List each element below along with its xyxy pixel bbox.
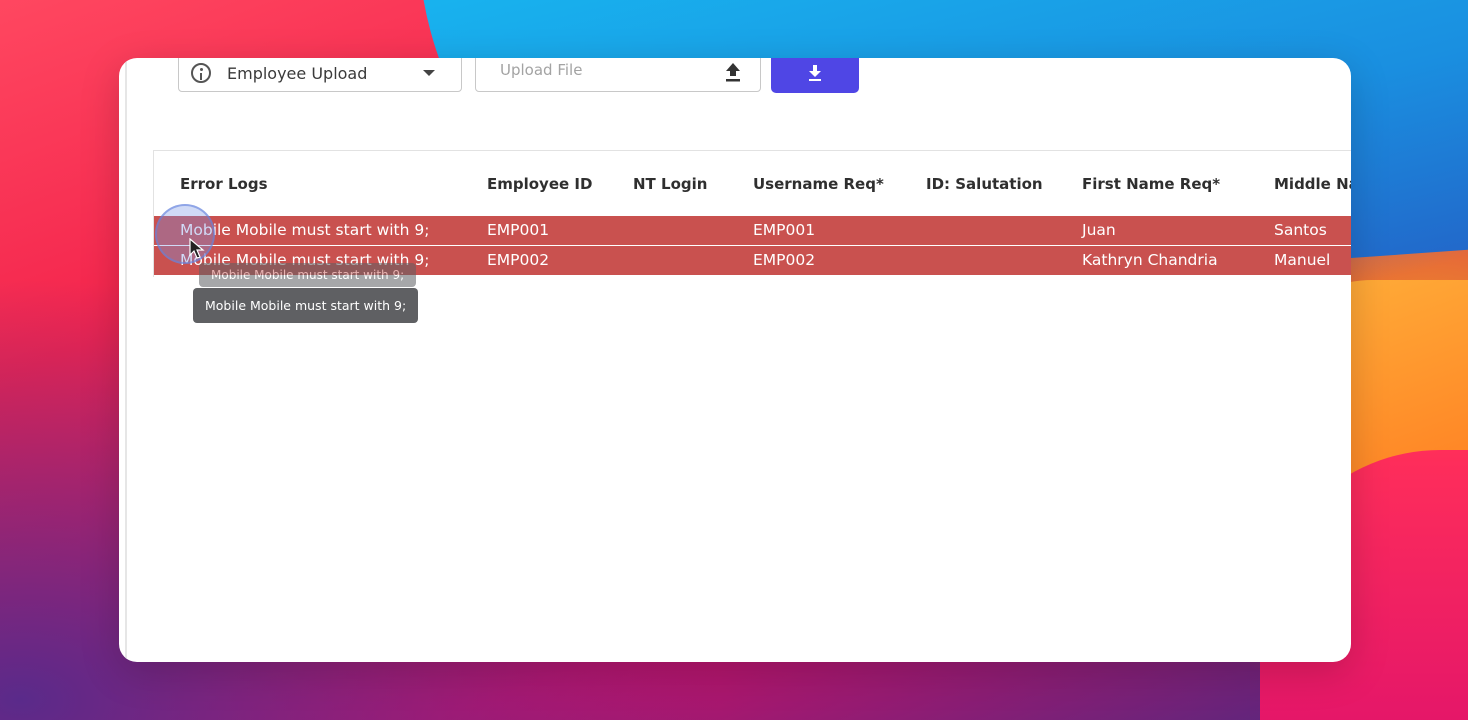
error-log-table: Error Logs Employee ID NT Login Username… xyxy=(153,150,1351,277)
download-template-button[interactable] xyxy=(771,58,859,93)
cell-employee-id: EMP002 xyxy=(487,251,550,269)
cell-username: EMP001 xyxy=(753,221,816,239)
cell-error-log[interactable]: Mobile Mobile must start with 9; xyxy=(180,221,429,239)
cell-middle-name: Manuel xyxy=(1274,251,1331,269)
caret-down-icon[interactable] xyxy=(423,70,435,76)
upload-icon[interactable] xyxy=(724,61,742,83)
upload-type-select[interactable]: Employee Upload xyxy=(178,58,462,92)
cell-username: EMP002 xyxy=(753,251,816,269)
table-row[interactable]: Mobile Mobile must start with 9; EMP001 … xyxy=(154,216,1351,245)
download-icon xyxy=(809,64,821,81)
error-tooltip: Mobile Mobile must start with 9; xyxy=(193,288,419,323)
column-header-first-name[interactable]: First Name Req* xyxy=(1082,175,1220,193)
upload-file-placeholder: Upload File xyxy=(500,61,583,79)
cursor-highlight xyxy=(155,204,215,264)
cell-middle-name: Santos xyxy=(1274,221,1327,239)
mouse-pointer-icon xyxy=(189,238,205,259)
column-header-middle-name[interactable]: Middle Na xyxy=(1274,175,1351,193)
app-window: Employee Upload Upload File Error Logs E… xyxy=(119,58,1351,662)
sidebar-divider xyxy=(125,58,127,662)
column-header-salutation[interactable]: ID: Salutation xyxy=(926,175,1043,193)
cell-first-name: Juan xyxy=(1082,221,1116,239)
column-header-error-logs[interactable]: Error Logs xyxy=(180,175,268,193)
error-tooltip-fading: Mobile Mobile must start with 9; xyxy=(199,263,417,287)
upload-file-field[interactable]: Upload File xyxy=(475,58,761,92)
column-header-employee-id[interactable]: Employee ID xyxy=(487,175,592,193)
cell-first-name: Kathryn Chandria xyxy=(1082,251,1218,269)
info-circle-icon xyxy=(191,63,211,83)
cell-employee-id: EMP001 xyxy=(487,221,550,239)
column-header-nt-login[interactable]: NT Login xyxy=(633,175,707,193)
column-header-username[interactable]: Username Req* xyxy=(753,175,884,193)
upload-type-value: Employee Upload xyxy=(227,63,368,83)
